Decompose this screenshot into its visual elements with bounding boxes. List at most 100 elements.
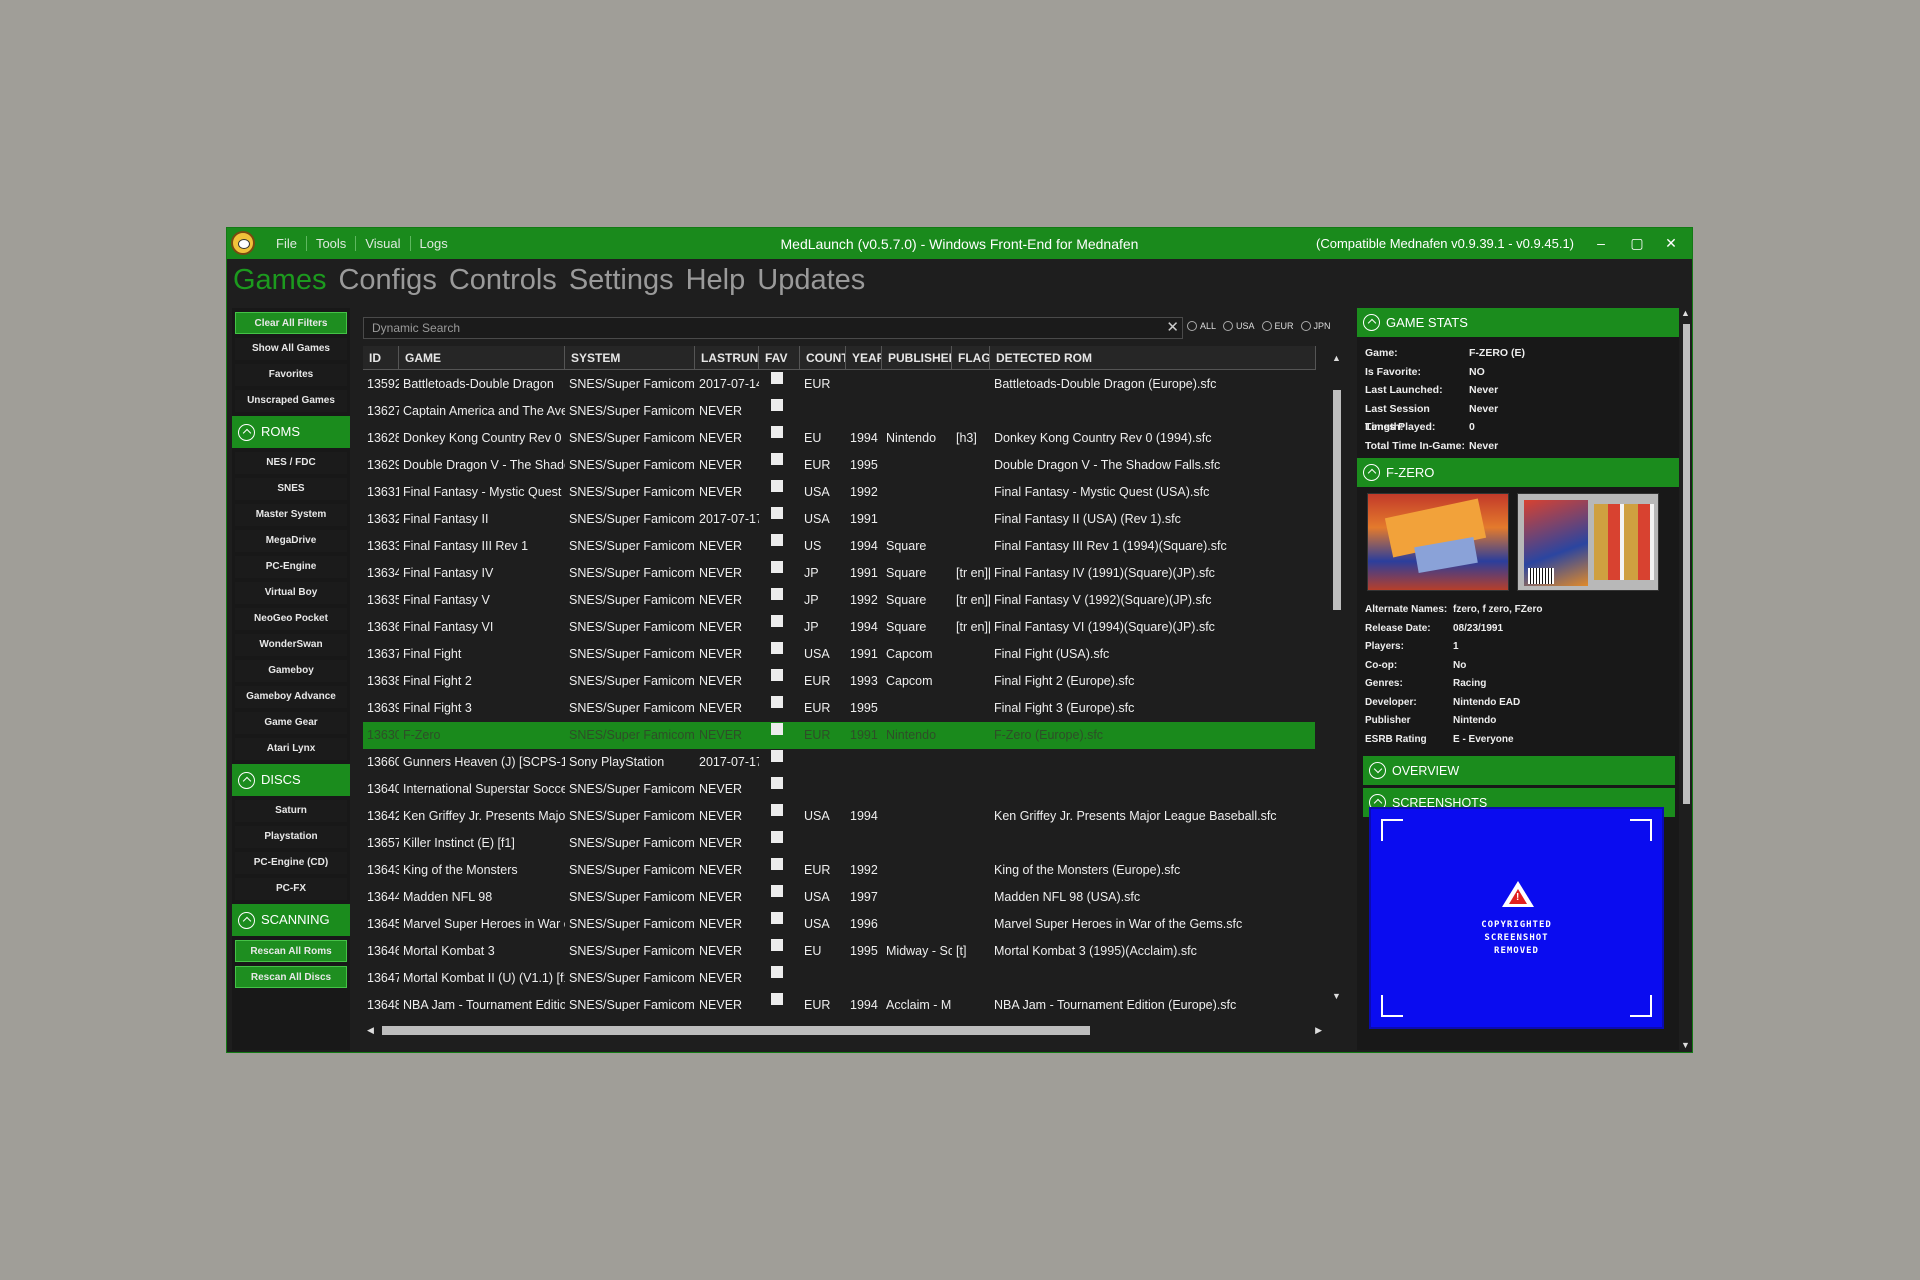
region-usa[interactable]: USA — [1223, 321, 1255, 331]
table-row[interactable]: 13633 Final Fantasy III Rev 1 SNES/Super F… — [363, 533, 1315, 560]
tab-controls[interactable]: Controls — [449, 264, 557, 297]
scroll-up-icon[interactable]: ▲ — [1681, 308, 1690, 318]
table-row[interactable]: 13643 King of the Monsters SNES/Super Fami… — [363, 857, 1315, 884]
favorite-checkbox[interactable] — [771, 507, 783, 519]
scroll-up-icon[interactable]: ▲ — [1332, 353, 1341, 363]
maximize-button[interactable]: ▢ — [1622, 232, 1652, 254]
favorite-checkbox[interactable] — [771, 804, 783, 816]
favorite-checkbox[interactable] — [771, 372, 783, 384]
favorite-checkbox[interactable] — [771, 723, 783, 735]
table-row[interactable]: 13657 Killer Instinct (E) [f1] SNES/Super … — [363, 830, 1315, 857]
game-stats-header[interactable]: GAME STATS — [1357, 308, 1679, 337]
table-row[interactable]: 13627 Captain America and The Avengers SNE… — [363, 398, 1315, 425]
table-row[interactable]: 13631 Final Fantasy - Mystic Quest SNES/Su… — [363, 479, 1315, 506]
favorite-checkbox[interactable] — [771, 534, 783, 546]
region-eur[interactable]: EUR — [1261, 321, 1294, 331]
sidebar-item-rescan-all-roms[interactable]: Rescan All Roms — [235, 940, 347, 962]
column-header-id[interactable]: ID — [363, 346, 399, 370]
region-all[interactable]: ALL — [1187, 321, 1216, 331]
favorite-checkbox[interactable] — [771, 750, 783, 762]
favorite-checkbox[interactable] — [771, 426, 783, 438]
sidebar-item-saturn[interactable]: Saturn — [235, 800, 347, 822]
table-row[interactable]: 13646 Mortal Kombat 3 SNES/Super Famicom NE… — [363, 938, 1315, 965]
column-header-lastrun[interactable]: LASTRUN — [695, 346, 759, 370]
sidebar-item-snes[interactable]: SNES — [235, 478, 347, 500]
sidebar-item-wonderswan[interactable]: WonderSwan — [235, 634, 347, 656]
table-row[interactable]: 13644 Madden NFL 98 SNES/Super Famicom NEVE… — [363, 884, 1315, 911]
favorite-checkbox[interactable] — [771, 912, 783, 924]
scrollbar-thumb[interactable] — [1683, 324, 1690, 804]
screenshot-viewer[interactable]: ! COPYRIGHTED SCREENSHOT REMOVED — [1369, 807, 1664, 1029]
favorite-checkbox[interactable] — [771, 993, 783, 1005]
table-row[interactable]: 13628 Donkey Kong Country Rev 0 SNES/Super… — [363, 425, 1315, 452]
tab-games[interactable]: Games — [233, 264, 326, 297]
show-all-games-button[interactable]: Show All Games — [235, 338, 347, 360]
overview-header[interactable]: OVERVIEW — [1363, 756, 1675, 785]
table-row[interactable]: 13629 Double Dragon V - The Shadow Falls S… — [363, 452, 1315, 479]
favorite-checkbox[interactable] — [771, 453, 783, 465]
sidebar-item-gameboy[interactable]: Gameboy — [235, 660, 347, 682]
column-header-country[interactable]: COUNTRY — [800, 346, 846, 370]
game-info-header[interactable]: F-ZERO — [1357, 458, 1679, 487]
box-art-front[interactable] — [1367, 493, 1509, 591]
favorite-checkbox[interactable] — [771, 561, 783, 573]
scrollbar-thumb[interactable] — [1333, 390, 1341, 610]
sidebar-item-game-gear[interactable]: Game Gear — [235, 712, 347, 734]
table-row[interactable]: 13647 Mortal Kombat II (U) (V1.1) [f1] SNE… — [363, 965, 1315, 992]
favorites-button[interactable]: Favorites — [235, 364, 347, 386]
column-header-year[interactable]: YEAR — [846, 346, 882, 370]
favorite-checkbox[interactable] — [771, 696, 783, 708]
favorite-checkbox[interactable] — [771, 588, 783, 600]
unscraped-games-button[interactable]: Unscraped Games — [235, 390, 347, 412]
favorite-checkbox[interactable] — [771, 777, 783, 789]
grid-horizontal-scrollbar[interactable]: ◀ ▶ — [367, 1023, 1322, 1039]
table-row[interactable]: 13634 Final Fantasy IV SNES/Super Famicom N… — [363, 560, 1315, 587]
tab-updates[interactable]: Updates — [757, 264, 865, 297]
table-row[interactable]: 13636 Final Fantasy VI SNES/Super Famicom N… — [363, 614, 1315, 641]
favorite-checkbox[interactable] — [771, 480, 783, 492]
minimize-button[interactable]: – — [1586, 232, 1616, 254]
table-row[interactable]: 13630 F-Zero SNES/Super Famicom NEVER EUR 199… — [363, 722, 1315, 749]
table-row[interactable]: 13639 Final Fight 3 SNES/Super Famicom NEVE… — [363, 695, 1315, 722]
close-button[interactable]: ✕ — [1656, 232, 1686, 254]
scanning-section-header[interactable]: SCANNING — [232, 904, 350, 936]
menu-tools[interactable]: Tools — [307, 236, 357, 251]
sidebar-item-neogeo-pocket[interactable]: NeoGeo Pocket — [235, 608, 347, 630]
column-header-publisher[interactable]: PUBLISHER — [882, 346, 952, 370]
discs-section-header[interactable]: DISCS — [232, 764, 350, 796]
table-row[interactable]: 13648 NBA Jam - Tournament Edition SNES/Su… — [363, 992, 1315, 1011]
sidebar-item-megadrive[interactable]: MegaDrive — [235, 530, 347, 552]
sidebar-item-rescan-all-discs[interactable]: Rescan All Discs — [235, 966, 347, 988]
clear-all-filters-button[interactable]: Clear All Filters — [235, 312, 347, 334]
table-row[interactable]: 13635 Final Fantasy V SNES/Super Famicom NE… — [363, 587, 1315, 614]
close-icon[interactable]: ✕ — [1166, 318, 1179, 338]
column-header-detected-rom[interactable]: DETECTED ROM — [990, 346, 1316, 370]
table-row[interactable]: 13638 Final Fight 2 SNES/Super Famicom NEVE… — [363, 668, 1315, 695]
tab-help[interactable]: Help — [686, 264, 746, 297]
scroll-left-icon[interactable]: ◀ — [367, 1025, 374, 1036]
favorite-checkbox[interactable] — [771, 966, 783, 978]
menu-logs[interactable]: Logs — [411, 236, 457, 251]
table-row[interactable]: 13660 Gunners Heaven (J) [SCPS-10006] Sony… — [363, 749, 1315, 776]
sidebar-item-virtual-boy[interactable]: Virtual Boy — [235, 582, 347, 604]
roms-section-header[interactable]: ROMS — [232, 416, 350, 448]
column-header-fav[interactable]: FAV — [759, 346, 800, 370]
column-header-system[interactable]: SYSTEM — [565, 346, 695, 370]
favorite-checkbox[interactable] — [771, 831, 783, 843]
table-row[interactable]: 13645 Marvel Super Heroes in War of the G… — [363, 911, 1315, 938]
table-row[interactable]: 13592 Battletoads-Double Dragon SNES/Super… — [363, 371, 1315, 398]
favorite-checkbox[interactable] — [771, 642, 783, 654]
sidebar-item-gameboy-advance[interactable]: Gameboy Advance — [235, 686, 347, 708]
menu-visual[interactable]: Visual — [356, 236, 411, 251]
column-header-game[interactable]: GAME — [399, 346, 565, 370]
scroll-down-icon[interactable]: ▼ — [1681, 1040, 1690, 1050]
sidebar-item-nes-fdc[interactable]: NES / FDC — [235, 452, 347, 474]
favorite-checkbox[interactable] — [771, 858, 783, 870]
sidebar-item-pc-engine[interactable]: PC-Engine — [235, 556, 347, 578]
sidebar-item-playstation[interactable]: Playstation — [235, 826, 347, 848]
sidebar-item-atari-lynx[interactable]: Atari Lynx — [235, 738, 347, 760]
search-input[interactable]: Dynamic Search ✕ — [363, 317, 1183, 339]
sidebar-item-master-system[interactable]: Master System — [235, 504, 347, 526]
favorite-checkbox[interactable] — [771, 399, 783, 411]
table-row[interactable]: 13642 Ken Griffey Jr. Presents Major Leag… — [363, 803, 1315, 830]
